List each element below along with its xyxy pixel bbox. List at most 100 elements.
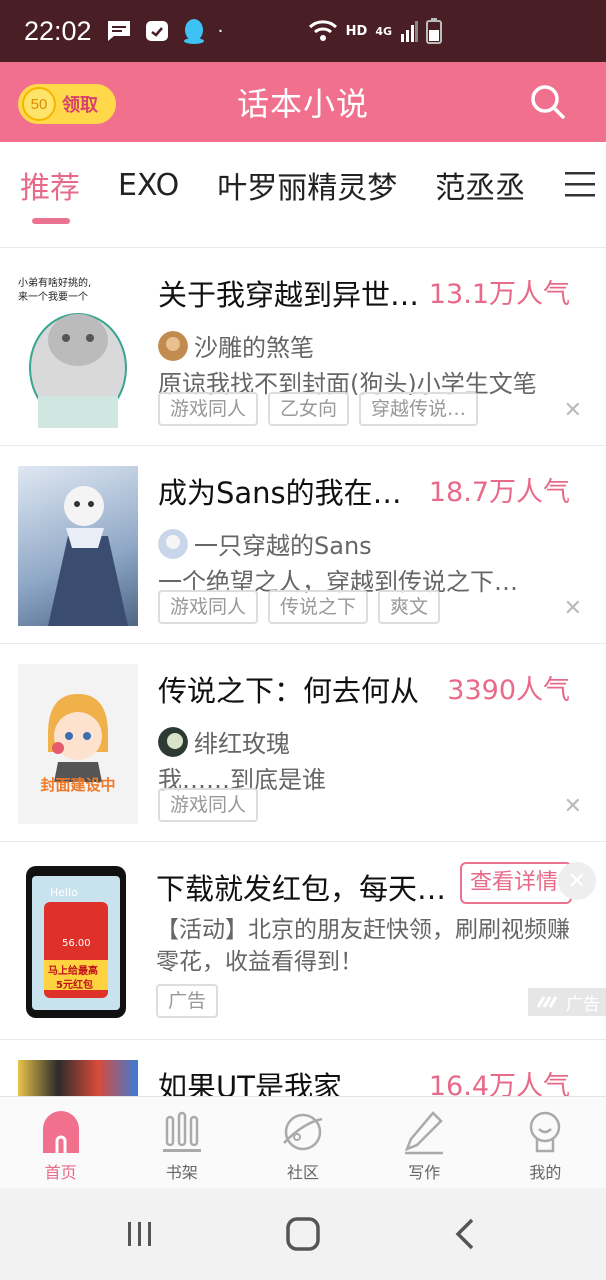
tab-fanchengcheng[interactable]: 范丞丞 — [435, 163, 525, 207]
active-tab-indicator — [32, 218, 70, 224]
pen-icon — [404, 1111, 444, 1155]
book-cover — [18, 466, 138, 626]
tag-list: 游戏同人 乙女向 穿越传说… — [158, 392, 479, 426]
ad-network-icon — [536, 996, 558, 1008]
tab-yeloli[interactable]: 叶罗丽精灵梦 — [217, 163, 397, 207]
avatar — [158, 330, 188, 361]
ad-description: 【活动】北京的朋友赶快领，刷刷视频赚零花，收益看得到！ — [156, 917, 570, 975]
network-hd-label: HD — [345, 23, 368, 39]
popularity-count: 13.1万人气 — [428, 279, 570, 310]
popularity-count: 18.7万人气 — [428, 477, 570, 508]
popularity-count: 16.4万人气 — [428, 1071, 570, 1096]
cover-caption: 封面建设中 — [40, 776, 116, 794]
ad-cover-hello: Hello — [50, 886, 78, 899]
ad-tag: 广告 — [156, 984, 219, 1018]
close-icon[interactable]: ✕ — [558, 862, 596, 900]
app-title: 话本小说 — [236, 85, 369, 123]
ad-title: 下载就发红包，每天… — [156, 872, 447, 906]
tab-recommend[interactable]: 推荐 — [20, 163, 80, 207]
author-name: 绯红玫瑰 — [194, 730, 290, 758]
book-title: 成为Sans的我在… — [158, 476, 402, 510]
nav-label: 首页 — [44, 1163, 77, 1182]
signal-icon — [401, 21, 418, 42]
gallery-icon — [145, 21, 168, 41]
book-cover: 小弟有啥好挑的, 来一个我要一个 — [18, 268, 138, 428]
author-row: 一只穿越的Sans — [158, 526, 372, 561]
nav-label: 书架 — [165, 1163, 198, 1182]
view-details-button[interactable]: 查看详情 — [460, 862, 572, 904]
book-item-partial[interactable]: 如果UT是我家 16.4万人气 — [0, 1040, 606, 1096]
coin-icon: 50 — [22, 87, 56, 121]
tag-list: 游戏同人 — [158, 788, 259, 822]
status-bar: 22:02 · HD 4G — [0, 0, 606, 62]
popularity-count: 3390人气 — [447, 675, 570, 706]
dismiss-icon[interactable]: ✕ — [564, 794, 582, 819]
more-notifications-icon: · — [217, 20, 224, 42]
book-item[interactable]: 封面建设中 传说之下：何去何从 3390人气 绯红玫瑰 我……到底是谁 游戏同人… — [0, 644, 606, 842]
tag[interactable]: 游戏同人 — [158, 590, 259, 624]
dismiss-icon[interactable]: ✕ — [564, 596, 582, 621]
status-time: 22:02 — [24, 15, 92, 46]
ad-item[interactable]: Hello 56.00 马上给最高 5元红包 下载就发红包，每天… 查看详情 ✕… — [0, 842, 606, 1040]
author-name: 一只穿越的Sans — [194, 532, 372, 560]
list-item-partial-top — [0, 228, 606, 248]
author-row: 沙雕的煞笔 — [158, 328, 314, 363]
nav-community[interactable]: 社区 — [242, 1097, 363, 1188]
qq-icon — [183, 19, 204, 44]
home-icon — [42, 1111, 79, 1153]
nav-home[interactable]: 首页 — [0, 1097, 121, 1188]
battery-icon — [426, 18, 442, 44]
book-list: 小弟有啥好挑的, 来一个我要一个 关于我穿越到异世界… 13.1万人气 沙雕的煞… — [0, 228, 606, 1096]
ad-cover-line1: 马上给最高 — [48, 966, 98, 977]
tag[interactable]: 传说之下 — [268, 590, 369, 624]
menu-icon[interactable] — [564, 170, 596, 198]
book-title: 关于我穿越到异世界… — [158, 278, 420, 312]
claim-label: 领取 — [62, 95, 98, 116]
book-item[interactable]: 小弟有啥好挑的, 来一个我要一个 关于我穿越到异世界… 13.1万人气 沙雕的煞… — [0, 248, 606, 446]
tag[interactable]: 游戏同人 — [158, 392, 259, 426]
avatar — [158, 726, 188, 757]
author-name: 沙雕的煞笔 — [194, 334, 314, 362]
nav-label: 写作 — [408, 1163, 441, 1182]
tab-exo[interactable]: EXO — [118, 168, 179, 203]
nav-write[interactable]: 写作 — [364, 1097, 485, 1188]
ad-badge-label: 广告 — [566, 994, 600, 1015]
author-row: 绯红玫瑰 — [158, 724, 290, 759]
tag[interactable]: 穿越传说… — [359, 392, 479, 426]
category-tabs: 推荐 EXO 叶罗丽精灵梦 范丞丞 — [0, 142, 606, 228]
claim-coins-button[interactable]: 50 领取 — [18, 84, 116, 124]
system-nav-bar — [0, 1188, 606, 1280]
nav-bookshelf[interactable]: 书架 — [121, 1097, 242, 1188]
network-gen-label: 4G — [375, 24, 392, 38]
book-item[interactable]: 成为Sans的我在… 18.7万人气 一只穿越的Sans 一个绝望之人，穿越到传… — [0, 446, 606, 644]
book-title: 传说之下：何去何从 — [158, 674, 420, 708]
book-title: 如果UT是我家 — [158, 1070, 342, 1096]
tag[interactable]: 爽文 — [378, 590, 441, 624]
ad-badge: 广告 — [528, 988, 606, 1016]
tag-list: 游戏同人 传说之下 爽文 — [158, 590, 441, 624]
message-icon — [107, 21, 130, 41]
dismiss-icon[interactable]: ✕ — [564, 398, 582, 423]
avatar — [158, 528, 188, 559]
tag[interactable]: 乙女向 — [268, 392, 350, 426]
nav-label: 社区 — [287, 1163, 320, 1182]
app-header: 50 领取 话本小说 — [0, 62, 606, 142]
book-cover: 封面建设中 — [18, 664, 138, 824]
nav-profile[interactable]: 我的 — [485, 1097, 606, 1188]
book-cover — [18, 1060, 138, 1096]
wifi-icon — [308, 20, 337, 41]
tabs-fade — [536, 150, 566, 220]
nav-label: 我的 — [529, 1163, 562, 1182]
search-icon[interactable] — [528, 82, 568, 122]
ad-cover: Hello 56.00 马上给最高 5元红包 — [16, 862, 136, 1022]
profile-icon — [530, 1111, 561, 1153]
ad-cover-amount: 56.00 — [62, 938, 91, 949]
bottom-nav: 首页 书架 社区 写作 我的 — [0, 1096, 606, 1188]
tag[interactable]: 游戏同人 — [158, 788, 259, 822]
cover-caption-1: 小弟有啥好挑的, — [18, 278, 92, 289]
planet-icon — [283, 1113, 323, 1151]
home-button-icon[interactable] — [285, 1216, 321, 1252]
recent-apps-icon[interactable] — [124, 1218, 156, 1250]
bookshelf-icon — [162, 1111, 201, 1152]
back-icon[interactable] — [450, 1218, 482, 1250]
